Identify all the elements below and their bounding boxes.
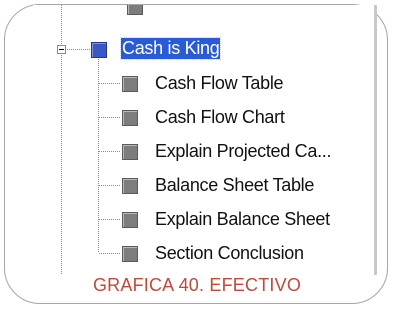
tree-connector (67, 49, 91, 50)
tree-connector (99, 253, 121, 254)
page-node-icon (122, 76, 138, 92)
folder-node-icon (91, 42, 107, 58)
tree-connector (99, 185, 121, 186)
collapse-toggle[interactable] (57, 45, 66, 54)
tree-node-explain-projected-cash[interactable]: Explain Projected Ca... (155, 141, 332, 162)
tree-guide-line (61, 5, 62, 45)
tree-node-icon-partial (127, 5, 143, 15)
page-node-icon (122, 212, 138, 228)
rounded-frame: Cash is King Cash Flow Table Cash Flow C… (4, 4, 388, 304)
tree-node-cash-flow-table[interactable]: Cash Flow Table (155, 73, 284, 94)
tree-node-cash-flow-chart[interactable]: Cash Flow Chart (155, 107, 285, 128)
tree-connector (99, 151, 121, 152)
tree-connector (99, 83, 121, 84)
page-node-icon (122, 178, 138, 194)
tree-node-section-conclusion[interactable]: Section Conclusion (155, 243, 304, 264)
tree-connector (99, 219, 121, 220)
tree-node-balance-sheet-table[interactable]: Balance Sheet Table (155, 175, 314, 196)
tree-guide-line (98, 57, 99, 253)
tree-node-cash-is-king[interactable]: Cash is King (119, 37, 222, 60)
tree-connector (99, 117, 121, 118)
page-node-icon (122, 110, 138, 126)
page-node-icon (122, 144, 138, 160)
tree-view-screenshot: Cash is King Cash Flow Table Cash Flow C… (33, 5, 377, 275)
tree-guide-line (61, 55, 62, 275)
figure-caption: GRAFICA 40. EFECTIVO (92, 275, 302, 295)
tree-view-border (374, 5, 377, 275)
page-node-icon (122, 246, 138, 262)
tree-node-explain-balance-sheet[interactable]: Explain Balance Sheet (155, 209, 330, 230)
figure-page: Cash is King Cash Flow Table Cash Flow C… (0, 0, 394, 310)
